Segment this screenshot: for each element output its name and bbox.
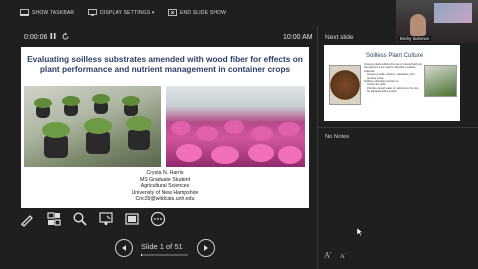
pause-timer-button[interactable]	[48, 31, 58, 41]
author-email: Cnc39@wildcats.unh.edu	[135, 196, 195, 203]
display-settings-button[interactable]: DISPLAY SETTINGS ▾	[88, 9, 155, 16]
slides-grid-icon	[47, 212, 61, 226]
bullet: Provide enough water or nutrients to the…	[367, 86, 419, 94]
author-name: Crysta N. Harris	[146, 170, 184, 176]
panel-divider	[317, 26, 318, 269]
slide-counter: Slide 1 of 51	[141, 242, 183, 251]
zoom-icon	[73, 212, 87, 226]
taskbar-icon	[20, 9, 29, 16]
clock: 10:00 AM	[283, 34, 313, 41]
presenter-figure	[410, 14, 426, 36]
current-slide: Evaluating soilless substrates amended w…	[21, 47, 309, 208]
prev-icon	[122, 245, 126, 251]
show-taskbar-label: SHOW TASKBAR	[32, 9, 75, 16]
next-icon	[204, 245, 208, 251]
next-slide-bullets: Growing plants without the use of minera…	[364, 63, 422, 94]
show-taskbar-button[interactable]: SHOW TASKBAR	[20, 9, 74, 16]
display-settings-icon	[88, 9, 97, 16]
black-screen-icon	[125, 213, 139, 225]
zoom-button[interactable]	[71, 210, 89, 228]
slide-progress-fill	[141, 254, 142, 256]
petunia-greenhouse-photo	[166, 86, 305, 167]
reset-icon	[62, 32, 68, 39]
end-slide-show-button[interactable]: END SLIDE SHOW	[168, 9, 226, 16]
mouse-cursor-icon	[357, 228, 363, 236]
next-slide-button[interactable]	[197, 239, 215, 257]
more-icon	[150, 211, 166, 227]
next-slide-preview[interactable]: Soilless Plant Culture Growing plants wi…	[324, 45, 460, 121]
notes-divider	[318, 127, 478, 128]
pen-tool-button[interactable]	[18, 210, 36, 228]
pen-icon	[21, 215, 33, 227]
author-info: Crysta N. Harris MS Graduate Student Agr…	[21, 170, 309, 203]
black-screen-button[interactable]	[123, 210, 141, 228]
elapsed-timer: 0:00:06	[24, 34, 48, 41]
bullet: Growing media, medium, substrates, and g…	[367, 73, 415, 80]
slide-progress-bar	[141, 254, 188, 256]
end-show-icon	[168, 9, 177, 16]
pointer-icon	[99, 212, 113, 225]
decrease-font-button[interactable]: A−	[340, 251, 347, 260]
next-slide-title: Soilless Plant Culture	[366, 53, 424, 59]
more-options-button[interactable]	[149, 210, 167, 228]
potted-plants-photo	[24, 86, 161, 167]
background-monitor	[434, 3, 472, 23]
next-slide-label: Next slide	[325, 34, 354, 41]
reset-timer-button[interactable]	[60, 31, 70, 41]
display-settings-label: DISPLAY SETTINGS ▾	[100, 9, 155, 16]
notes-text: No Notes	[325, 134, 350, 140]
author-university: University of New Hampshire	[131, 189, 199, 196]
plant-photo	[424, 65, 457, 97]
substrate-photo	[329, 65, 361, 105]
author-department: Agricultural Sciences	[140, 183, 190, 190]
pause-icon	[50, 33, 56, 39]
see-all-slides-button[interactable]	[45, 210, 63, 228]
pointer-options-button[interactable]	[97, 210, 115, 228]
slide-title: Evaluating soilless substrates amended w…	[27, 54, 303, 74]
author-role: MS Graduate Student	[139, 176, 191, 183]
presenter-video: Becky Sideman	[396, 0, 478, 43]
end-slide-show-label: END SLIDE SHOW	[180, 9, 227, 16]
presenter-name: Becky Sideman	[398, 36, 432, 41]
increase-font-button[interactable]: A+	[324, 250, 332, 260]
previous-slide-button[interactable]	[115, 239, 133, 257]
